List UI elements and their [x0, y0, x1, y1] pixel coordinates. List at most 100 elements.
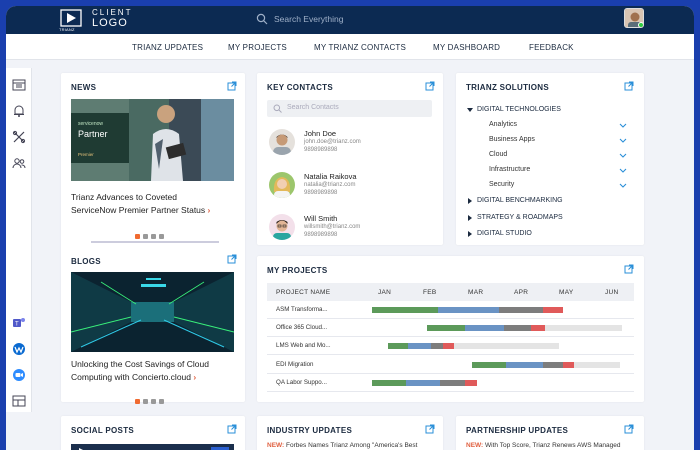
layout-icon[interactable] — [12, 394, 26, 408]
gantt-project-name[interactable]: Office 365 Cloud... — [276, 324, 327, 331]
gantt-bar-segment[interactable] — [531, 325, 545, 332]
gantt-bar-segment[interactable] — [431, 343, 443, 350]
gantt-bar-segment[interactable] — [542, 307, 564, 313]
solution-sub-item[interactable]: Analytics — [489, 121, 517, 128]
teams-icon[interactable]: T — [12, 316, 26, 330]
carousel-dot[interactable] — [159, 399, 164, 404]
industry-headline[interactable]: NEW: Forbes Names Trianz Among "America'… — [267, 442, 417, 449]
gantt-project-name[interactable]: ASM Transforma... — [276, 306, 328, 313]
gantt-row[interactable]: QA Labor Suppo... — [267, 374, 634, 392]
gantt-bar-segment[interactable] — [506, 361, 543, 368]
zoom-icon[interactable] — [12, 368, 26, 382]
chevron-down-icon[interactable] — [619, 183, 627, 189]
carousel-dot[interactable] — [159, 234, 164, 239]
carousel-dot[interactable] — [151, 234, 156, 239]
solution-digital-studio[interactable]: DIGITAL STUDIO — [477, 230, 532, 237]
contact-item[interactable]: Will Smith willsmith@trianz.com 98989898… — [269, 214, 439, 244]
gantt-bar-segment[interactable] — [503, 325, 532, 332]
gantt-row[interactable]: EDI Migration — [267, 356, 634, 374]
gantt-bar-segment[interactable] — [453, 343, 559, 350]
gantt-bar-segment[interactable] — [544, 325, 623, 332]
blog-carousel-dots[interactable] — [135, 391, 175, 404]
webex-icon[interactable] — [12, 342, 26, 356]
gantt-bar-segment[interactable] — [465, 379, 477, 386]
carousel-dot[interactable] — [135, 399, 140, 404]
external-link-icon[interactable] — [227, 254, 237, 264]
solution-sub-item[interactable]: Security — [489, 181, 514, 188]
external-link-icon[interactable] — [425, 424, 435, 434]
users-icon[interactable] — [12, 156, 26, 170]
solution-digital-technologies[interactable]: DIGITAL TECHNOLOGIES — [477, 106, 561, 113]
external-link-icon[interactable] — [227, 81, 237, 91]
contact-email[interactable]: natalia@trianz.com — [304, 182, 355, 188]
gantt-bar-segment[interactable] — [472, 361, 507, 368]
contact-item[interactable]: John Doe john.doe@trianz.com 9898989898 — [269, 129, 439, 159]
gantt-row[interactable]: LMS Web and Mo... — [267, 337, 634, 356]
gantt-bar-segment[interactable] — [426, 325, 466, 332]
solution-sub-item[interactable]: Cloud — [489, 151, 507, 158]
external-link-icon[interactable] — [227, 424, 237, 434]
nav-my-projects[interactable]: MY PROJECTS — [228, 43, 287, 52]
external-link-icon[interactable] — [624, 81, 634, 91]
gantt-bar-segment[interactable] — [542, 361, 564, 368]
chevron-down-icon[interactable] — [619, 123, 627, 129]
carousel-dot[interactable] — [151, 399, 156, 404]
gantt-row[interactable]: Office 365 Cloud... — [267, 319, 634, 338]
contact-email[interactable]: john.doe@trianz.com — [304, 139, 361, 145]
gantt-bar-segment[interactable] — [499, 307, 543, 313]
nav-my-trianz-contacts[interactable]: MY TRIANZ CONTACTS — [314, 43, 406, 52]
gantt-bar-segment[interactable] — [372, 307, 438, 313]
carousel-dot[interactable] — [143, 399, 148, 404]
gantt-project-name[interactable]: QA Labor Suppo... — [276, 379, 327, 386]
gantt-bar-segment[interactable] — [442, 343, 454, 350]
social-post-image[interactable] — [71, 444, 234, 450]
blog-read-more-arrow[interactable]: › — [193, 372, 196, 382]
gantt-project-name[interactable]: EDI Migration — [276, 361, 313, 368]
caret-right-icon[interactable] — [467, 215, 473, 221]
solution-sub-item[interactable]: Business Apps — [489, 136, 535, 143]
blog-headline[interactable]: Unlocking the Cost Savings of Cloud Comp… — [71, 358, 241, 384]
bell-icon[interactable] — [12, 104, 26, 118]
nav-trianz-updates[interactable]: TRIANZ UPDATES — [132, 43, 203, 52]
gantt-bar-segment[interactable] — [437, 307, 500, 313]
solution-digital-benchmarking[interactable]: DIGITAL BENCHMARKING — [477, 197, 563, 204]
carousel-dot[interactable] — [135, 234, 140, 239]
gantt-bar-segment[interactable] — [563, 361, 575, 368]
contact-item[interactable]: Natalia Raikova natalia@trianz.com 98989… — [269, 172, 439, 202]
blog-image[interactable] — [71, 272, 234, 352]
carousel-dot[interactable] — [143, 234, 148, 239]
gantt-bar-segment[interactable] — [465, 325, 504, 332]
chevron-down-icon[interactable] — [619, 138, 627, 144]
nav-my-dashboard[interactable]: MY DASHBOARD — [433, 43, 500, 52]
contact-phone[interactable]: 9898989898 — [304, 232, 337, 238]
contact-email[interactable]: willsmith@trianz.com — [304, 224, 360, 230]
search-input[interactable]: Search Everything — [274, 14, 343, 24]
gantt-project-name[interactable]: LMS Web and Mo... — [276, 342, 331, 349]
contacts-search[interactable]: Search Contacts — [267, 100, 432, 117]
caret-right-icon[interactable] — [467, 231, 473, 237]
news-headline[interactable]: Trianz Advances to Coveted ServiceNow Pr… — [71, 191, 241, 217]
gantt-bar-segment[interactable] — [440, 379, 466, 386]
dashboard-icon[interactable] — [12, 78, 26, 92]
news-image[interactable]: servicenow Partner Premier — [71, 99, 234, 181]
solution-strategy-roadmaps[interactable]: STRATEGY & ROADMAPS — [477, 214, 563, 221]
news-carousel-dots[interactable] — [135, 226, 175, 239]
gantt-row[interactable]: ASM Transforma... — [267, 301, 634, 319]
global-search[interactable]: Search Everything — [256, 12, 456, 28]
partnership-headline[interactable]: NEW: With Top Score, Trianz Renews AWS M… — [466, 442, 621, 449]
external-link-icon[interactable] — [624, 264, 634, 274]
gantt-bar-segment[interactable] — [387, 343, 409, 350]
gantt-bar-segment[interactable] — [408, 343, 432, 350]
gantt-bar-segment[interactable] — [372, 379, 407, 386]
contact-phone[interactable]: 9898989898 — [304, 147, 337, 153]
news-read-more-arrow[interactable]: › — [208, 205, 211, 215]
nav-feedback[interactable]: FEEDBACK — [529, 43, 574, 52]
external-link-icon[interactable] — [624, 424, 634, 434]
contacts-search-input[interactable]: Search Contacts — [287, 104, 339, 111]
gantt-bar-segment[interactable] — [406, 379, 441, 386]
gantt-bar-segment[interactable] — [574, 361, 620, 368]
contact-phone[interactable]: 9898989898 — [304, 190, 337, 196]
caret-down-icon[interactable] — [467, 107, 473, 113]
chevron-down-icon[interactable] — [619, 168, 627, 174]
user-avatar[interactable] — [624, 8, 644, 28]
